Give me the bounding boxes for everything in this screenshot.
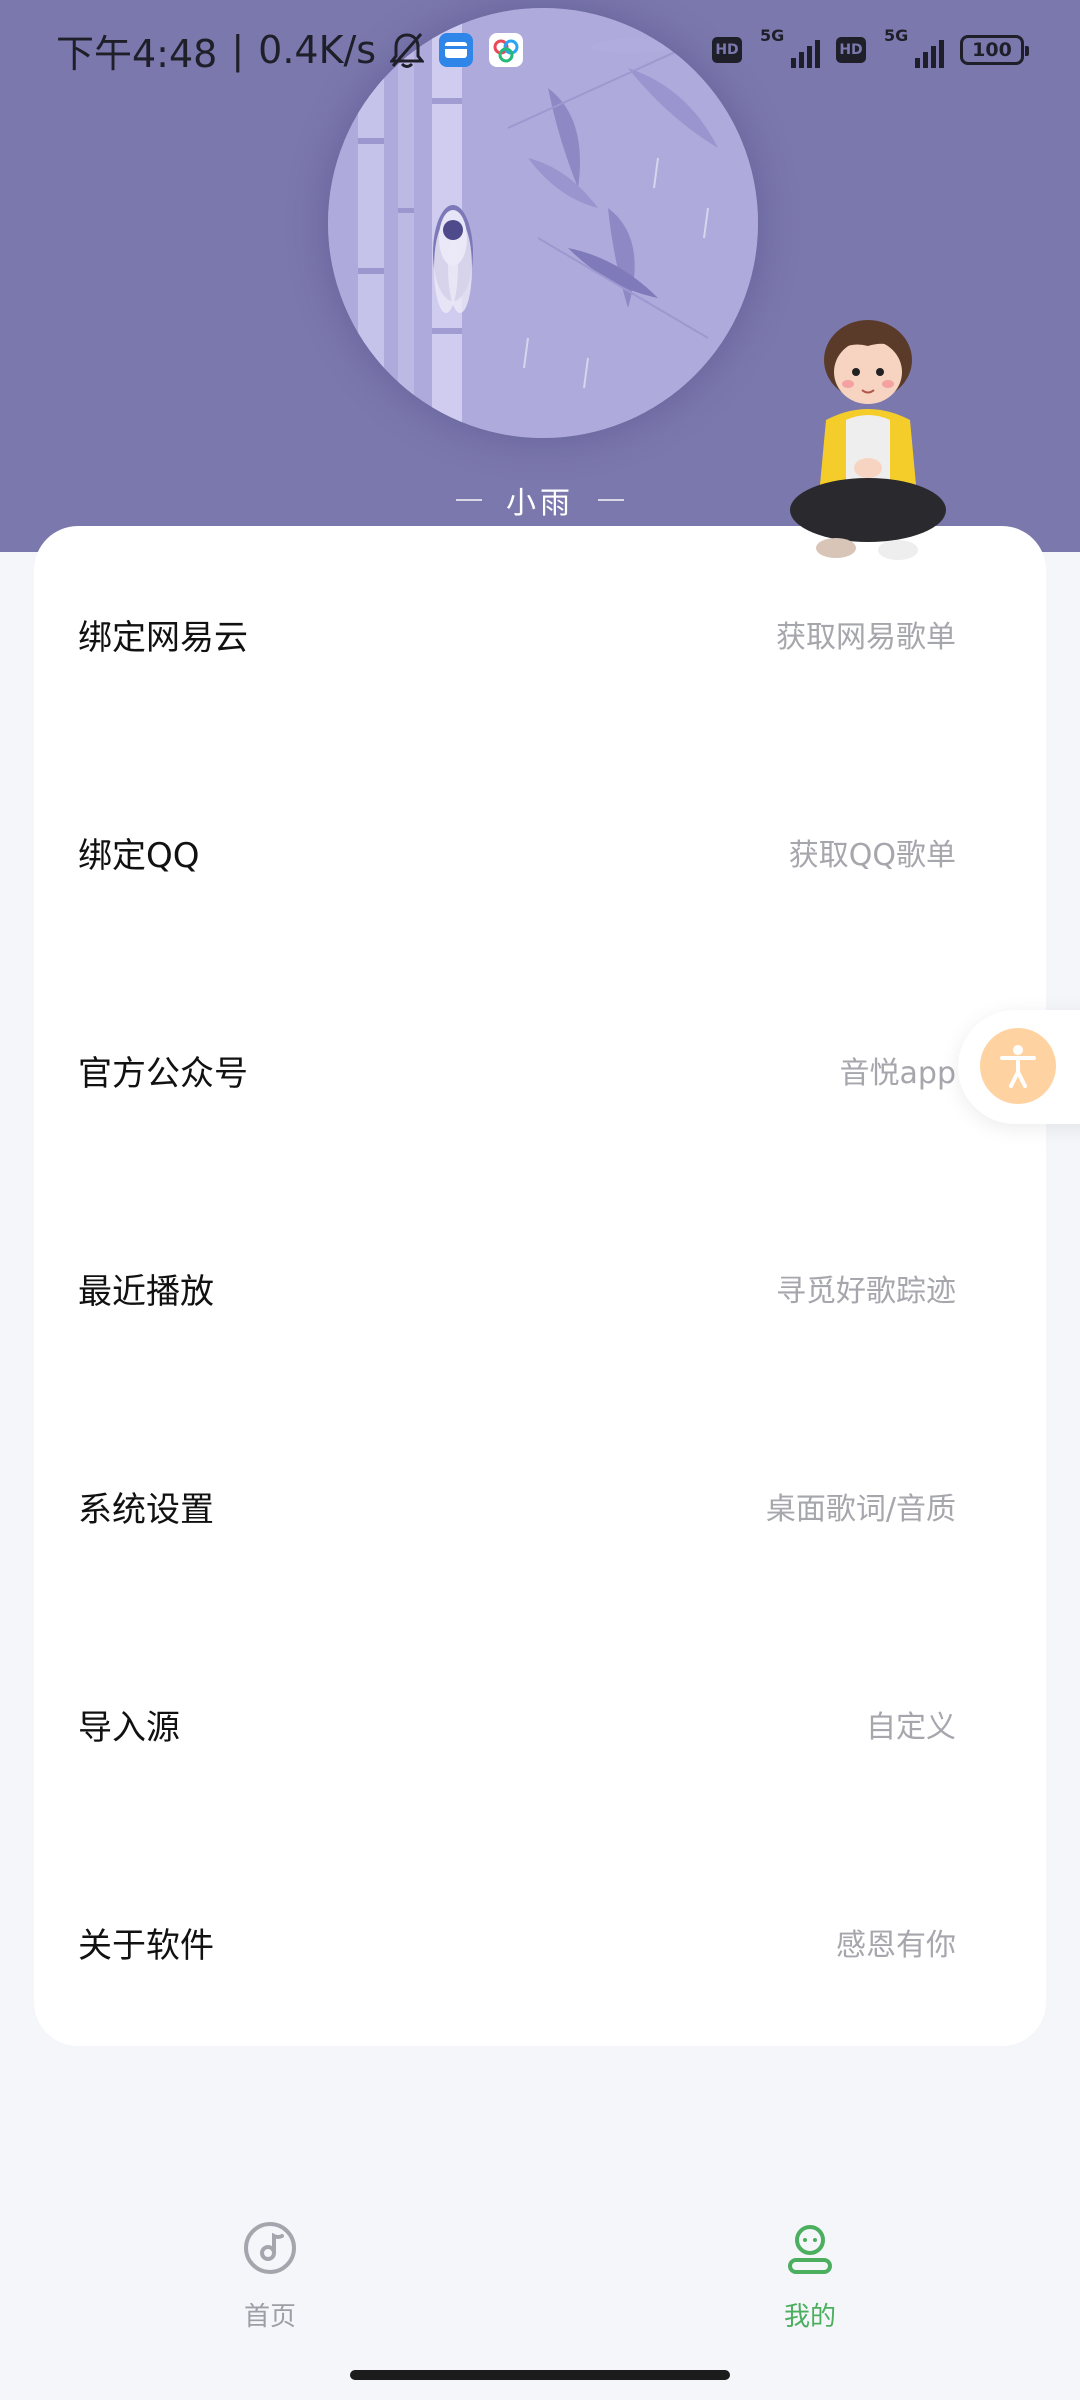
menu-item-title: 绑定QQ [78,835,200,876]
status-separator: | [231,28,245,72]
hd-badge-2: HD [836,37,866,63]
signal-bars-2 [915,40,944,68]
menu-item-hint: 桌面歌词/音质 [765,1492,956,1527]
hd-badge: HD [712,37,742,63]
menu-item-hint: 音悦app [839,1056,956,1091]
network-speed: 0.4K/s [258,28,377,72]
menu-item-bind-qq[interactable]: 绑定QQ 获取QQ歌单 [34,802,1046,902]
menu-item-title: 最近播放 [78,1271,214,1312]
menu-item-hint: 感恩有你 [836,1928,956,1963]
menu-item-hint: 获取QQ歌单 [788,838,956,873]
menu-item-hint: 获取网易歌单 [776,620,956,655]
music-disc-icon [242,2220,298,2276]
menu-item-title: 导入源 [78,1707,180,1748]
username: 小雨 [506,486,574,521]
profile-icon [782,2220,838,2276]
accessibility-icon [980,1028,1056,1104]
home-indicator[interactable] [350,2370,730,2380]
username-dash-left [456,499,482,501]
status-right: HD 5G HD 5G 100 [712,26,1029,70]
status-bar: 下午4:48 | 0.4K/s HD 5G HD 5G 100 [0,0,1080,100]
signal-5g-icon-2: 5G [882,26,944,70]
nav-me-label: 我的 [783,2302,836,2332]
profile-screen: 下午4:48 | 0.4K/s HD 5G HD 5G 100 小雨 绑定网易云… [0,0,1080,2400]
menu-item-title: 系统设置 [78,1489,214,1530]
menu-item-bind-netease[interactable]: 绑定网易云 获取网易歌单 [34,584,1046,684]
accessibility-float-button[interactable] [958,1010,1080,1124]
menu-item-recent-play[interactable]: 最近播放 寻觅好歌踪迹 [34,1238,1046,1338]
status-left: 下午4:48 | 0.4K/s [56,23,524,78]
status-time: 下午4:48 [56,31,218,76]
card-app-icon [438,32,474,68]
cloud-app-icon [488,32,524,68]
mascot-avatar [786,310,956,580]
menu-item-system-settings[interactable]: 系统设置 桌面歌词/音质 [34,1456,1046,1556]
bottom-nav: 首页 我的 [0,2220,1080,2370]
menu-item-hint: 寻觅好歌踪迹 [776,1274,956,1309]
signal-5g-label: 5G [760,26,785,45]
menu-item-import-source[interactable]: 导入源 自定义 [34,1674,1046,1774]
username-dash-right [598,499,624,501]
menu-card: 绑定网易云 获取网易歌单 绑定QQ 获取QQ歌单 官方公众号 音悦app 最近播… [34,526,1046,2046]
nav-tab-home[interactable]: 首页 [170,2220,370,2360]
signal-5g-label-2: 5G [884,26,909,45]
menu-item-hint: 自定义 [866,1710,956,1745]
menu-item-title: 官方公众号 [78,1053,248,1094]
bell-muted-icon [390,31,425,69]
nav-tab-me[interactable]: 我的 [710,2220,910,2360]
signal-5g-icon: 5G [758,26,820,70]
signal-bars [791,40,820,68]
menu-item-about[interactable]: 关于软件 感恩有你 [34,1892,1046,1992]
menu-item-title: 绑定网易云 [78,617,248,658]
menu-item-title: 关于软件 [78,1925,214,1966]
menu-item-official-account[interactable]: 官方公众号 音悦app [34,1020,1046,1120]
nav-home-label: 首页 [243,2302,296,2332]
battery-icon: 100 [960,35,1029,65]
